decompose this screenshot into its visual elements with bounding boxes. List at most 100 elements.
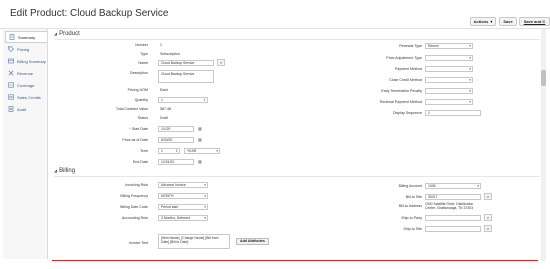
billing-icon	[8, 58, 14, 64]
renewal-type-select[interactable]: Renew ▾	[425, 43, 473, 49]
sidebar-item-label: Summary	[18, 34, 36, 40]
search-icon: ⌕	[486, 226, 490, 231]
term-unit-select[interactable]: YEAR ▾	[184, 148, 220, 154]
sidebar-item-pricing[interactable]: Pricing	[5, 43, 47, 55]
chevron-down-icon: ▾	[204, 216, 206, 220]
type-value: Subscription	[160, 52, 180, 56]
sidebar-item-revenue[interactable]: Revenue	[5, 67, 47, 79]
quantity-value: 1	[161, 98, 163, 102]
coverage-icon	[8, 82, 14, 88]
credits-icon	[8, 94, 14, 100]
start-date-input[interactable]: 1/1/20	[158, 126, 194, 132]
price-as-of-date-input[interactable]: 6/30/20	[158, 137, 194, 143]
sidebar-item-label: Sales Credits	[17, 94, 41, 100]
pricing-uom-label: Pricing UOM	[127, 88, 148, 92]
type-label: Type	[140, 52, 148, 56]
product-section-title: Product	[59, 31, 80, 37]
billing-frequency-label: Billing Frequency	[120, 194, 148, 198]
expand-triangle-icon: ◢	[54, 31, 58, 36]
actions-button[interactable]: Actions ▾	[470, 17, 496, 26]
sidebar-item-billing-summary[interactable]: Billing Summary	[5, 55, 47, 67]
sidebar-item-sales-credits[interactable]: Sales Credits	[5, 91, 47, 103]
invoicing-rule-value: Advance Invoice	[161, 183, 186, 187]
ship-to-site-label: Ship-to Site	[403, 227, 422, 231]
price-adjustment-type-select[interactable]: ▾	[425, 55, 473, 61]
ship-to-party-input[interactable]	[425, 215, 481, 221]
status-value: Draft	[160, 116, 168, 120]
total-contract-value: 587.48	[160, 107, 171, 111]
calendar-icon[interactable]: ▦	[198, 137, 203, 142]
revenue-icon	[8, 70, 14, 76]
display-sequence-input[interactable]: 1	[425, 110, 481, 116]
audit-icon	[8, 106, 14, 112]
sidebar-item-label: Revenue	[17, 70, 34, 76]
bill-to-address-value: 1900 Satellite Drive, Distribution Cente…	[425, 202, 474, 210]
price-tag-icon	[8, 46, 14, 52]
end-date-label: End Date	[133, 160, 148, 164]
sidebar-item-label: Audit	[17, 106, 27, 112]
payment-method-select[interactable]: ▾	[425, 66, 473, 72]
ship-to-party-label: Ship-to Party	[401, 216, 422, 220]
scrollbar-thumb[interactable]	[541, 70, 546, 86]
sidebar-item-coverage[interactable]: Coverage	[5, 79, 47, 91]
name-label: Name	[138, 61, 148, 65]
billing-section-header[interactable]: ◢ Billing	[54, 168, 75, 174]
early-termination-penalty-select[interactable]: ▾	[425, 88, 473, 94]
chevron-down-icon: ▾	[469, 100, 471, 104]
bill-to-site-input[interactable]: 30017	[425, 194, 481, 200]
sidebar-item-label: Pricing	[17, 46, 30, 52]
vertical-scrollbar[interactable]	[541, 29, 546, 261]
end-date-input[interactable]: 12/31/20	[158, 159, 194, 165]
billing-account-value: 1006	[428, 184, 436, 188]
billing-section-title: Billing	[59, 168, 76, 174]
payment-method-label: Payment Method	[394, 67, 422, 71]
sidebar-item-label: Coverage	[17, 82, 35, 88]
billing-account-select[interactable]: 1006 ▾	[425, 183, 481, 189]
calendar-icon[interactable]: ▦	[198, 159, 203, 164]
billing-frequency-select[interactable]: MONTH ▾	[158, 193, 208, 199]
sidebar-item-audit[interactable]: Audit	[5, 103, 47, 115]
ship-to-site-search-button[interactable]: ⌕	[484, 225, 492, 232]
chevron-down-icon: ▾	[477, 184, 479, 188]
save-and-close-button[interactable]: Save and C	[519, 17, 550, 26]
name-input[interactable]: Cloud Backup Service	[158, 60, 214, 66]
header-divider	[0, 28, 550, 29]
accounting-rule-label: Accounting Rule	[121, 216, 148, 220]
document-icon	[9, 34, 15, 40]
close-credit-method-select[interactable]: ▾	[425, 77, 473, 83]
chevron-down-icon: ▾	[469, 78, 471, 82]
add-attributes-button[interactable]: Add Attributes	[236, 238, 269, 245]
description-textarea[interactable]: Cloud Backup Service	[158, 70, 214, 83]
sidebar-item-label: Billing Summary	[17, 58, 46, 64]
accounting-rule-select[interactable]: 3 Months, Deferred ▾	[158, 215, 208, 221]
billing-date-code-select[interactable]: Period start ▾	[158, 204, 208, 210]
chevron-down-icon: ▾	[469, 89, 471, 93]
term-unit-value: YEAR	[187, 149, 197, 153]
billing-date-code-value: Period start	[161, 205, 179, 209]
accounting-rule-value: 3 Months, Deferred	[161, 216, 191, 220]
price-adjustment-type-label: Price Adjustment Type	[386, 56, 422, 60]
ship-to-site-input[interactable]	[425, 226, 481, 232]
billing-account-label: Billing Account	[398, 184, 422, 188]
bill-to-address-label: Bill-to Address	[399, 204, 422, 208]
chevron-down-icon: ▾	[469, 67, 471, 71]
expand-triangle-icon: ◢	[54, 168, 58, 173]
chevron-down-icon: ▾	[469, 44, 471, 48]
close-credit-method-label: Close Credit Method	[389, 78, 422, 82]
stepper-icon: ⇕	[175, 149, 178, 153]
sidebar-item-summary[interactable]: Summary	[5, 31, 47, 43]
save-button[interactable]: Save	[499, 17, 517, 26]
calendar-icon[interactable]: ▦	[198, 126, 203, 131]
search-icon: ⌕	[486, 194, 490, 199]
renewal-payment-method-select[interactable]: ▾	[425, 99, 473, 105]
quantity-input[interactable]: 1 ⇕	[158, 97, 208, 103]
invoicing-rule-select[interactable]: Advance Invoice ▾	[158, 182, 208, 188]
term-label: Term	[140, 149, 148, 153]
bill-to-site-label: Bill-to Site	[405, 195, 422, 199]
ship-to-party-search-button[interactable]: ⌕	[484, 214, 492, 221]
product-section-header[interactable]: ◢ Product	[54, 31, 80, 37]
bill-to-site-search-button[interactable]: ⌕	[484, 193, 492, 200]
name-search-button[interactable]: ⌕	[217, 59, 225, 66]
invoice-text-textarea[interactable]: [Item Name], [Charge Name] [Bill from Da…	[158, 234, 230, 249]
term-input[interactable]: 1 ⇕	[158, 148, 180, 154]
